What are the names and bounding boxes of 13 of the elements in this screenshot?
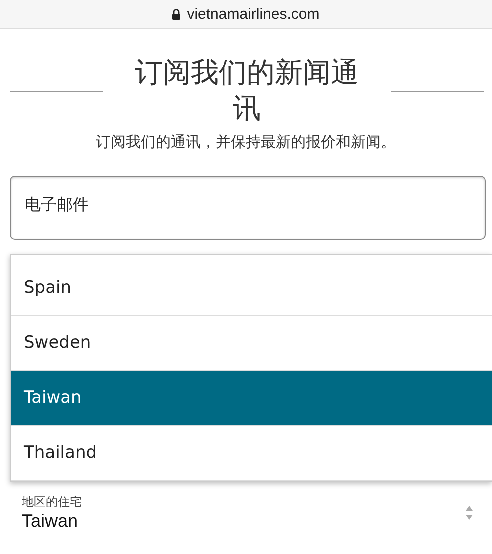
dropdown-option[interactable]: Spain: [11, 261, 492, 316]
dropdown-option[interactable]: Thailand: [11, 426, 492, 481]
dropdown-option[interactable]: Taiwan: [11, 371, 492, 426]
field-value: Taiwan: [22, 511, 80, 532]
address-bar[interactable]: vietnamairlines.com: [0, 0, 492, 29]
subtitle: 订阅我们的通讯，并保持最新的报价和新闻。: [95, 133, 397, 152]
url-text: vietnamairlines.com: [187, 6, 320, 22]
stepper-icon: [465, 505, 474, 521]
field-label: 地区的住宅: [22, 494, 82, 511]
page-title: 订阅我们的新闻通讯: [134, 55, 360, 127]
email-field[interactable]: 电子邮件: [10, 176, 486, 240]
lock-icon: [172, 8, 182, 20]
region-select[interactable]: 地区的住宅 Taiwan: [0, 482, 492, 532]
